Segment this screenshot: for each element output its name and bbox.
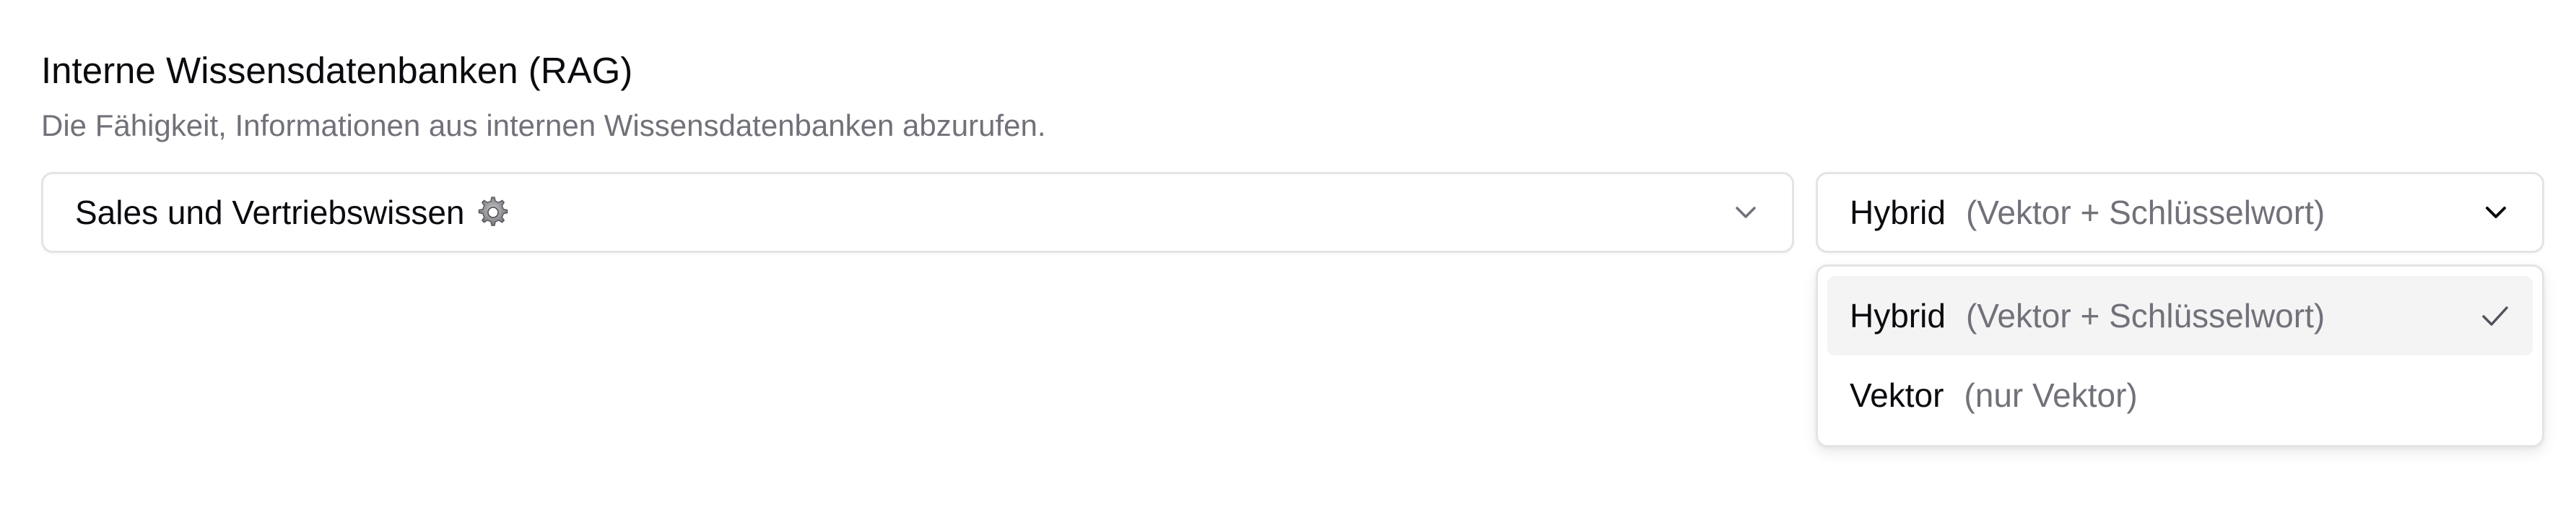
gear-icon bbox=[475, 194, 511, 230]
chevron-down-icon bbox=[1736, 207, 1756, 218]
search-mode-select[interactable]: Hybrid (Vektor + Schlüsselwort) bbox=[1816, 172, 2544, 253]
knowledge-base-select-value-wrap: Sales und Vertriebswissen bbox=[75, 192, 511, 233]
search-mode-select-label: Hybrid bbox=[1850, 194, 1946, 231]
search-mode-select-value: Hybrid (Vektor + Schlüsselwort) bbox=[1850, 192, 2325, 233]
option-hybrid[interactable]: Hybrid (Vektor + Schlüsselwort) bbox=[1827, 276, 2533, 355]
knowledge-base-select-value: Sales und Vertriebswissen bbox=[75, 194, 465, 231]
chevron-down-icon bbox=[2486, 207, 2506, 218]
option-detail: (Vektor + Schlüsselwort) bbox=[1965, 297, 2325, 335]
option-detail: (nur Vektor) bbox=[1964, 376, 2138, 414]
check-icon bbox=[2482, 306, 2508, 326]
search-mode-select-detail: (Vektor + Schlüsselwort) bbox=[1965, 194, 2325, 231]
option-vektor[interactable]: Vektor (nur Vektor) bbox=[1827, 355, 2533, 435]
search-mode-dropdown: Hybrid (Vektor + Schlüsselwort) Vektor (… bbox=[1816, 264, 2544, 447]
option-label: Vektor bbox=[1850, 376, 1944, 414]
section-description: Die Fähigkeit, Informationen aus interne… bbox=[41, 108, 1046, 142]
option-label: Hybrid bbox=[1850, 297, 1946, 335]
section-title: Interne Wissensdatenbanken (RAG) bbox=[41, 50, 633, 91]
knowledge-base-select[interactable]: Sales und Vertriebswissen bbox=[41, 172, 1794, 253]
